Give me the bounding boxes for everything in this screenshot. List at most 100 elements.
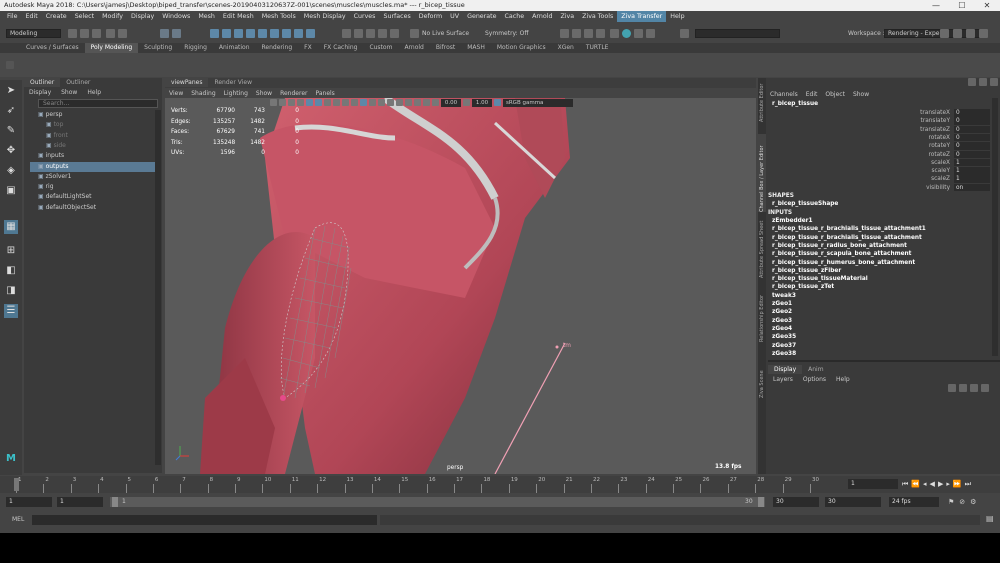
isolate-select-icon[interactable]: [360, 99, 367, 106]
minimize-button[interactable]: —: [927, 0, 945, 11]
shadows-icon[interactable]: [342, 99, 349, 106]
menu-ziva[interactable]: Ziva: [556, 11, 578, 22]
scene-start-field[interactable]: 1: [6, 497, 52, 507]
attr-value-field[interactable]: 0: [954, 133, 990, 142]
attr-value-field[interactable]: 1: [954, 175, 990, 183]
shelf-tab-animation[interactable]: Animation: [213, 43, 256, 53]
menu-ziva-transfer[interactable]: Ziva Transfer: [617, 11, 667, 22]
four-view-layout-icon[interactable]: ⊞: [4, 244, 18, 258]
menu-generate[interactable]: Generate: [463, 11, 500, 22]
outliner-menu-help[interactable]: Help: [82, 88, 106, 97]
range-slider-bar[interactable]: 1 30: [110, 497, 765, 507]
paint-select-tool-icon[interactable]: ✎: [4, 124, 18, 138]
snap-curve-icon[interactable]: [354, 29, 363, 38]
panel-menu-view[interactable]: View: [165, 90, 187, 97]
input-node[interactable]: r_bicep_tissue_r_radius_bone_attachment: [772, 242, 907, 250]
exposure-field[interactable]: 0.00: [441, 98, 461, 107]
move-tool-icon[interactable]: ✥: [4, 144, 18, 158]
go-to-start-icon[interactable]: ⏮: [902, 480, 908, 489]
arnold-ipr-icon[interactable]: [634, 29, 643, 38]
character-set-icon[interactable]: ⚑: [948, 498, 954, 506]
outliner-item[interactable]: ▣ persp: [30, 110, 160, 120]
attr-label[interactable]: translateY: [868, 117, 950, 125]
attr-label[interactable]: rotateZ: [868, 151, 950, 159]
textured-icon[interactable]: [324, 99, 331, 106]
menu-windows[interactable]: Windows: [158, 11, 194, 22]
range-start-handle[interactable]: [112, 497, 118, 507]
shelf-tab-xgen[interactable]: XGen: [552, 43, 580, 53]
play-backwards-icon[interactable]: ◀: [930, 480, 935, 489]
step-back-frame-icon[interactable]: ◂: [923, 480, 927, 489]
maximize-button[interactable]: ☐: [953, 0, 971, 11]
input-node[interactable]: r_bicep_tissue_r_brachialis_tissue_attac…: [772, 234, 922, 242]
attr-label[interactable]: rotateY: [868, 142, 950, 150]
undo-icon[interactable]: [106, 29, 115, 38]
bookmark-icon[interactable]: [279, 99, 286, 106]
channel-box-expand-icon[interactable]: [990, 78, 998, 86]
current-frame-field[interactable]: 1: [848, 479, 898, 489]
attr-label[interactable]: scaleX: [868, 159, 950, 167]
close-button[interactable]: ✕: [978, 0, 996, 11]
snap-view-icon[interactable]: [378, 29, 387, 38]
attr-value-field[interactable]: 0: [954, 125, 990, 134]
hypershade-icon[interactable]: [610, 29, 619, 38]
input-node[interactable]: r_bicep_tissue_r_brachialis_tissue_attac…: [772, 225, 926, 233]
surface-mask-icon[interactable]: [282, 29, 291, 38]
range-end-handle[interactable]: [758, 497, 764, 507]
channel-box-settings-icon[interactable]: [979, 78, 987, 86]
render-view-icon[interactable]: [596, 29, 605, 38]
cb-menu-edit[interactable]: Edit: [806, 90, 826, 99]
outliner-item[interactable]: ▣ rig: [30, 182, 160, 192]
deformer-mask-icon[interactable]: [294, 29, 303, 38]
menu-create[interactable]: Create: [42, 11, 71, 22]
camera-attributes-icon[interactable]: [270, 99, 277, 106]
attr-value-field[interactable]: 0: [954, 109, 990, 117]
outliner-item[interactable]: ▣ zSolver1: [30, 172, 160, 182]
select-by-object-icon[interactable]: [172, 29, 181, 38]
outliner-search-field[interactable]: Search...: [38, 99, 158, 108]
single-perspective-layout-icon[interactable]: ▦: [4, 220, 18, 234]
ao-icon[interactable]: [351, 99, 358, 106]
menu-display[interactable]: Display: [127, 11, 158, 22]
input-node[interactable]: zGeo3: [772, 317, 792, 325]
attr-value-field[interactable]: 0: [954, 142, 990, 150]
shelf-tab-rigging[interactable]: Rigging: [178, 43, 213, 53]
panel-menu-lighting[interactable]: Lighting: [220, 90, 252, 97]
menu-surfaces[interactable]: Surfaces: [379, 11, 414, 22]
safe-action-icon[interactable]: [414, 99, 421, 106]
new-layer-selected-icon[interactable]: [981, 384, 989, 392]
input-node[interactable]: zEmbedder1: [772, 217, 813, 225]
attr-label[interactable]: scaleZ: [868, 175, 950, 183]
input-line-icon[interactable]: [680, 29, 689, 38]
modeling-toolkit-icon[interactable]: [940, 29, 949, 38]
shelf-tab-poly-modeling[interactable]: Poly Modeling: [84, 43, 139, 53]
gamma-field[interactable]: 1.00: [472, 98, 492, 107]
move-layer-up-icon[interactable]: [948, 384, 956, 392]
mel-command-field[interactable]: [32, 515, 377, 525]
scene-end-field[interactable]: 30: [825, 497, 881, 507]
menu-uv[interactable]: UV: [446, 11, 463, 22]
menu-modify[interactable]: Modify: [98, 11, 127, 22]
face-mask-icon[interactable]: [234, 29, 243, 38]
script-editor-icon[interactable]: ▤: [986, 514, 994, 523]
dynamics-mask-icon[interactable]: [306, 29, 315, 38]
menu-mesh-display[interactable]: Mesh Display: [300, 11, 350, 22]
panel-menu-shading[interactable]: Shading: [187, 90, 219, 97]
attr-value-field[interactable]: 1: [954, 167, 990, 175]
exposure-icon[interactable]: [432, 99, 439, 106]
select-by-hierarchy-icon[interactable]: [160, 29, 169, 38]
step-forward-key-icon[interactable]: ⏩: [953, 480, 962, 489]
panel-menu-panels[interactable]: Panels: [311, 90, 338, 97]
channel-box-scrollbar[interactable]: [992, 98, 998, 356]
input-node[interactable]: zGeo38: [772, 350, 796, 357]
menu-cache[interactable]: Cache: [500, 11, 528, 22]
pause-ipr-icon[interactable]: [646, 29, 655, 38]
attr-value-field[interactable]: 1: [954, 158, 990, 167]
shelf-tab-custom[interactable]: Custom: [363, 43, 398, 53]
cb-menu-object[interactable]: Object: [825, 90, 853, 99]
shelf-tab-curves-surfaces[interactable]: Curves / Surfaces: [20, 43, 85, 53]
attr-label[interactable]: rotateX: [868, 134, 950, 142]
attr-value-field[interactable]: 0: [954, 150, 990, 158]
joint-mask-icon[interactable]: [258, 29, 267, 38]
outliner-scrollbar[interactable]: [155, 110, 161, 465]
